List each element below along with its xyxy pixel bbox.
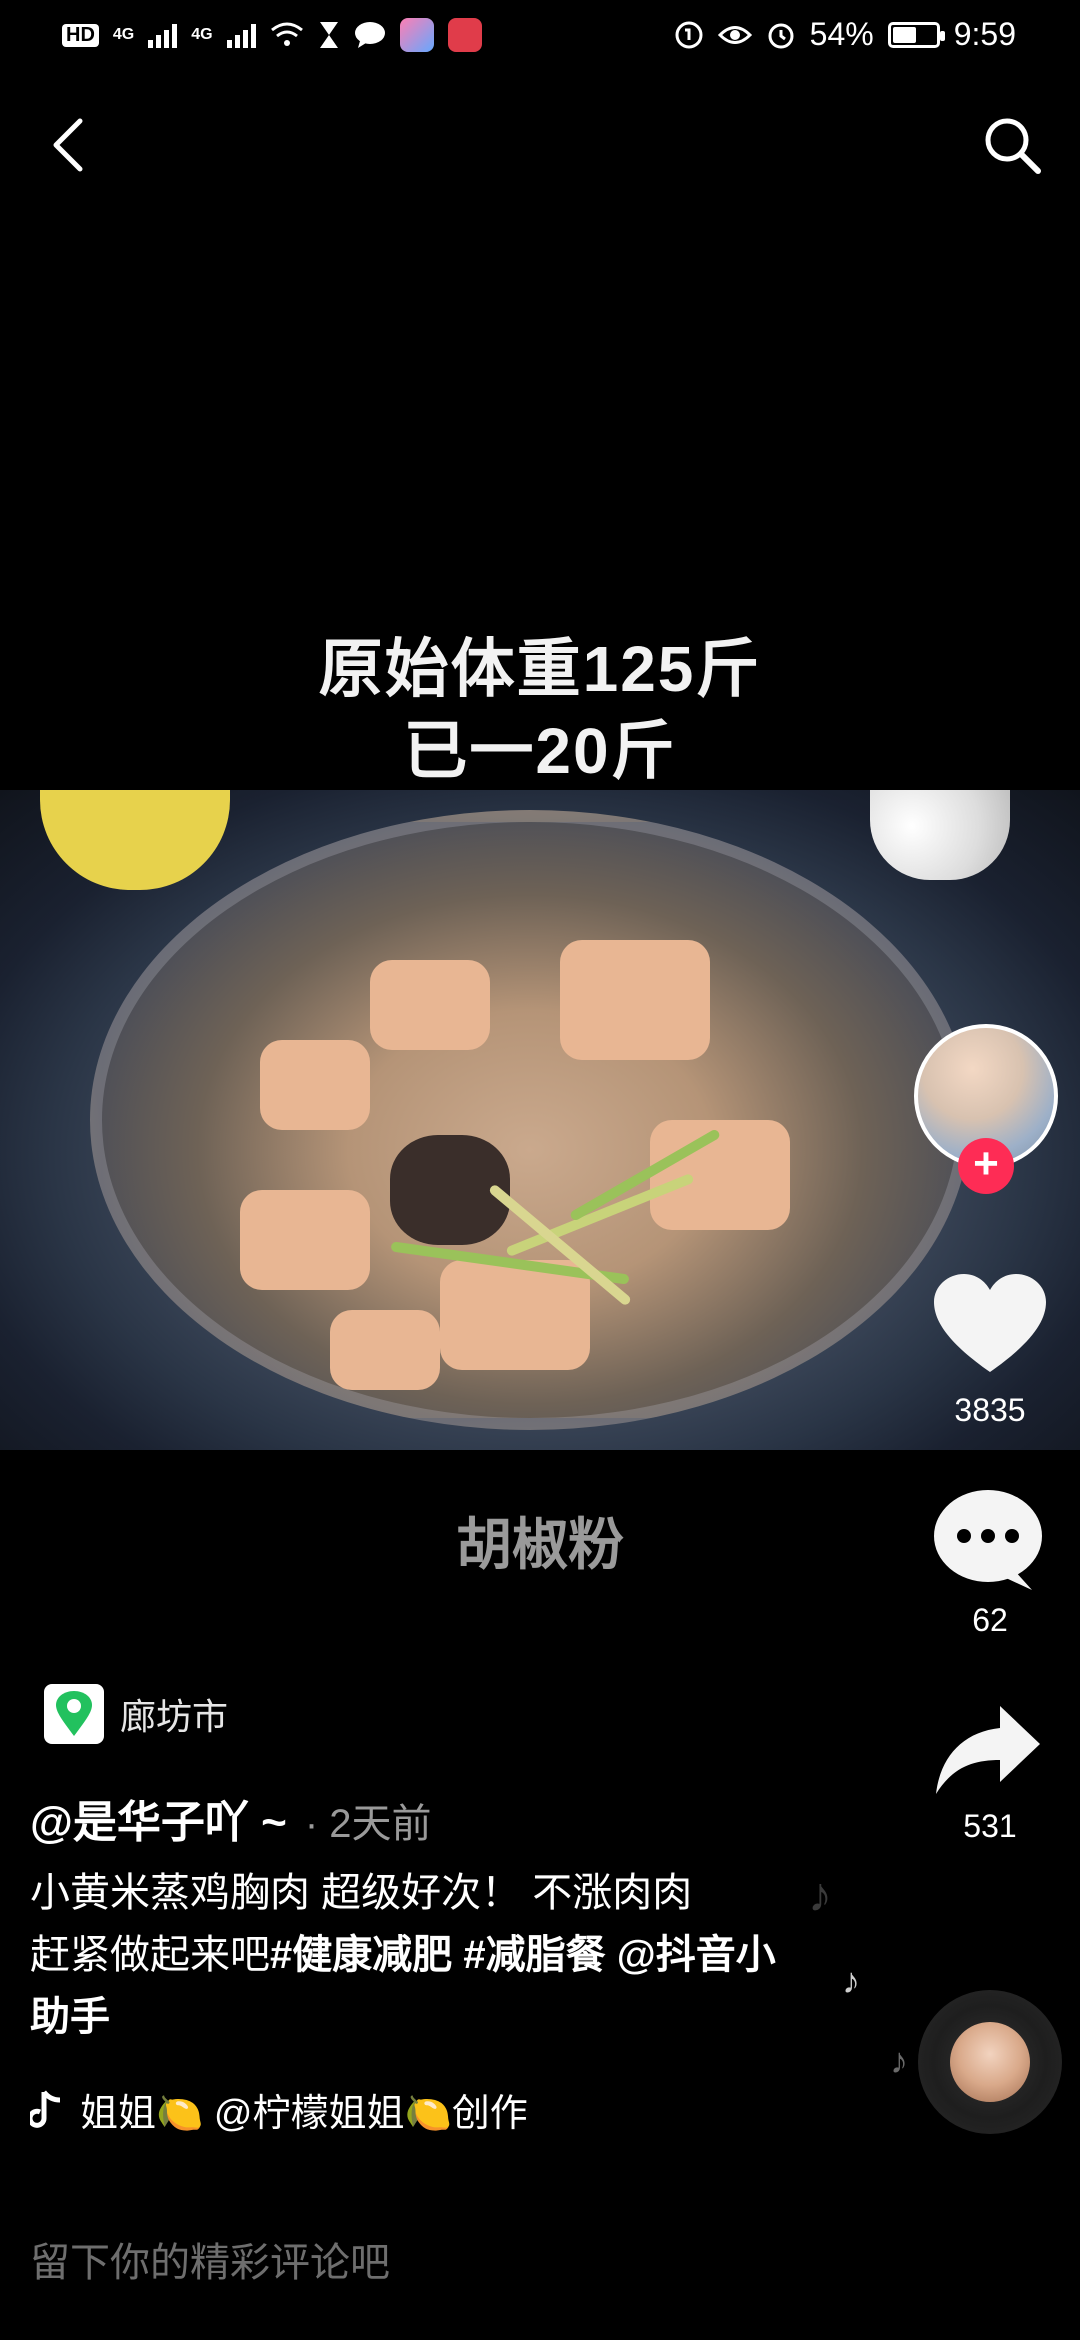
- app-icon-gallery: [399, 18, 434, 52]
- author-line: @是华子吖 ~ · 2天前: [30, 1786, 432, 1850]
- music-cover: [950, 2022, 1030, 2102]
- like-count: 3835: [954, 1392, 1026, 1428]
- message-icon: [354, 22, 385, 48]
- comment-input[interactable]: 留下你的精彩评论吧: [0, 2200, 1080, 2340]
- cotton-image: [870, 790, 1010, 880]
- post-time: · 2天前: [304, 1802, 432, 1846]
- music-note-icon: [30, 2089, 61, 2128]
- chicken-piece: [330, 1310, 440, 1390]
- share-icon: [936, 1706, 1040, 1794]
- hashtag-link[interactable]: #健康减肥: [270, 1933, 452, 1977]
- video-overlay-line-2: 已一20斤: [403, 715, 677, 787]
- music-title: 姐姐🍋 @柠檬姐姐🍋创作: [80, 2093, 528, 2135]
- heart-icon: [934, 1274, 1046, 1372]
- comment-placeholder: 留下你的精彩评论吧: [30, 2241, 390, 2285]
- chicken-piece: [370, 960, 490, 1050]
- alarm-icon: [768, 23, 794, 48]
- floating-note-icon: ♪: [890, 2040, 908, 2081]
- search-button[interactable]: [972, 105, 1052, 185]
- chicken-piece: [440, 1260, 590, 1370]
- back-button[interactable]: [28, 105, 108, 185]
- hd-indicator: HD: [62, 23, 99, 47]
- chicken-piece: [260, 1040, 370, 1130]
- post-description: 小黄米蒸鸡胸肉 超级好次！ 不涨肉肉 赶紧做起来吧#健康减肥 #减脂餐 @抖音小…: [30, 1862, 800, 2048]
- chicken-piece: [650, 1120, 790, 1230]
- hashtag-link[interactable]: #减脂餐: [463, 1933, 605, 1977]
- floating-note-icon: ♪: [842, 1960, 860, 2001]
- hourglass-icon: [319, 22, 338, 48]
- desc-line-1: 小黄米蒸鸡胸肉 超级好次！ 不涨肉肉: [30, 1871, 693, 1915]
- battery-percent: 54%: [809, 16, 874, 52]
- status-right: 54% 9:59: [674, 16, 1016, 53]
- network-label-2: 4G: [191, 26, 213, 43]
- clock: 9:59: [953, 16, 1016, 52]
- like-button[interactable]: [930, 1272, 1050, 1382]
- battery-icon: [887, 21, 945, 48]
- music-disc[interactable]: [918, 1990, 1062, 2134]
- desc-line-2: 赶紧做起来吧#健康减肥 #减脂餐 @抖音小助手: [30, 1924, 800, 2048]
- comment-count: 62: [972, 1602, 1008, 1638]
- network-label-1: 4G: [112, 26, 135, 43]
- music-ticker[interactable]: 姐姐🍋 @柠檬姐姐🍋创作: [30, 2082, 580, 2137]
- comment-button[interactable]: [928, 1486, 1048, 1596]
- chicken-piece: [240, 1190, 370, 1290]
- location-pin-icon: [44, 1684, 104, 1744]
- signal-icon: [148, 22, 178, 48]
- app-icon-reader: [447, 18, 482, 52]
- follow-button[interactable]: +: [958, 1138, 1014, 1194]
- video-subtitle: 胡椒粉: [456, 1513, 624, 1576]
- location-tag[interactable]: 廊坊市: [44, 1684, 228, 1744]
- location-label: 廊坊市: [120, 1696, 229, 1737]
- status-left: HD 4G 4G: [62, 18, 482, 52]
- wifi-icon: [270, 22, 303, 46]
- lemon-image: [40, 790, 230, 890]
- share-count: 531: [963, 1808, 1017, 1844]
- eye-icon: [717, 25, 752, 44]
- desc-text: 赶紧做起来吧: [30, 1933, 270, 1977]
- status-bar: HD 4G 4G 54% 9:59: [0, 0, 1080, 72]
- comment-icon: [934, 1490, 1042, 1590]
- search-icon: [985, 118, 1041, 174]
- author-name[interactable]: @是华子吖 ~: [30, 1798, 287, 1847]
- chicken-piece: [560, 940, 710, 1060]
- floating-note-icon: ♪: [808, 1869, 832, 1922]
- chevron-left-icon: [53, 118, 83, 172]
- share-button[interactable]: [932, 1702, 1044, 1802]
- video-overlay-line-1: 原始体重125斤: [318, 633, 762, 705]
- signal-icon-2: [226, 22, 256, 48]
- data-saver-icon: [675, 21, 703, 48]
